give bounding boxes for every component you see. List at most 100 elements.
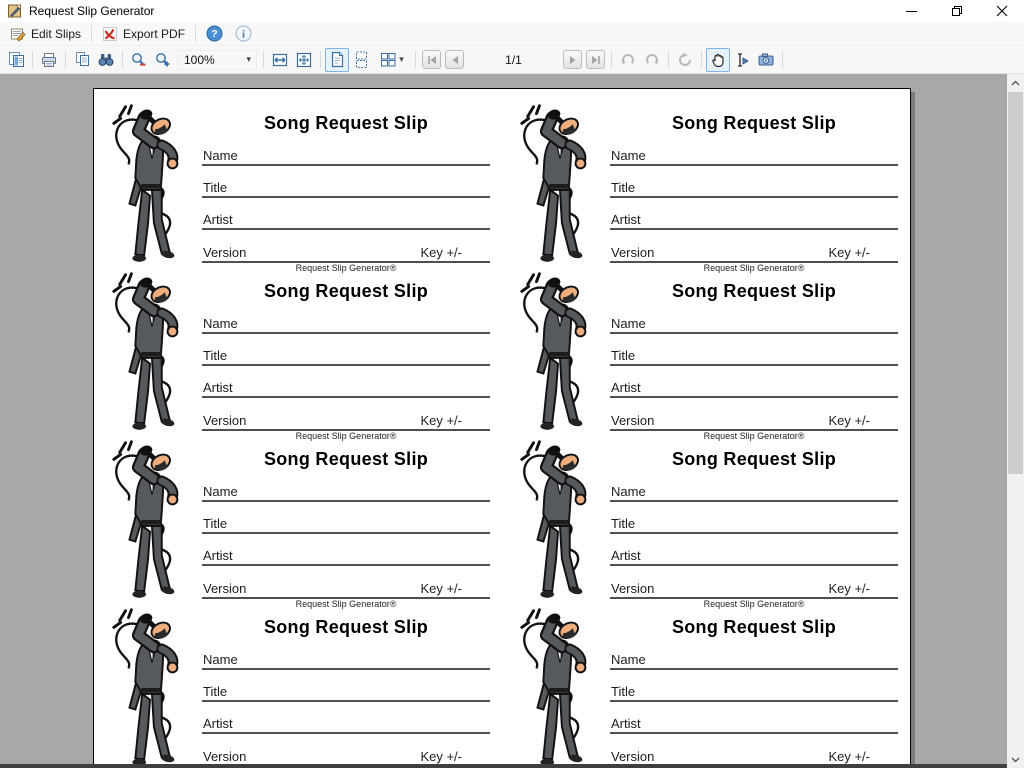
title-line [202,364,490,366]
singer-clipart [106,435,194,605]
zoom-in-icon [154,51,172,69]
artist-label: Artist [611,716,641,731]
artist-line [202,228,490,230]
title-bar: Request Slip Generator [0,0,1024,22]
scroll-down-button[interactable] [1007,751,1024,768]
slip-fields: Song Request Slip Name Title Artist Vers… [202,601,490,764]
help-icon: ? [206,25,223,42]
scroll-up-button[interactable] [1007,74,1024,91]
title-label: Title [203,684,227,699]
multiple-pages-button[interactable]: ▾ [373,48,411,72]
artist-label: Artist [203,716,233,731]
artist-line [610,564,898,566]
song-request-slip: Song Request Slip Name Title Artist Vers… [502,265,910,433]
window-bottom-edge [0,764,1007,768]
key-label: Key +/- [828,245,870,260]
first-page-button[interactable] [422,50,441,69]
artist-line [202,732,490,734]
slip-fields: Song Request Slip Name Title Artist Vers… [610,97,898,265]
app-icon [7,3,23,19]
name-label: Name [611,484,646,499]
title-label: Title [611,684,635,699]
print-icon [40,51,58,69]
info-icon: i [235,25,252,42]
version-label: Version [203,413,246,428]
fit-width-button[interactable] [268,48,292,72]
forward-icon [643,51,661,69]
name-label: Name [203,148,238,163]
artist-label: Artist [203,212,233,227]
export-pdf-button[interactable]: Export PDF [96,24,191,44]
next-page-button[interactable] [563,50,582,69]
artist-line [610,732,898,734]
name-label: Name [203,652,238,667]
edit-slips-button[interactable]: Edit Slips [4,24,87,44]
title-line [202,532,490,534]
page-indicator: 1/1 [466,53,561,67]
restore-button[interactable] [934,0,979,22]
document-preview-area[interactable]: Song Request Slip Name Title Artist Vers… [0,74,1007,764]
slip-title: Song Request Slip [610,281,898,302]
fit-page-button[interactable] [292,48,316,72]
zoom-in-button[interactable] [151,48,175,72]
single-page-view-button[interactable] [325,48,349,72]
title-line [610,196,898,198]
version-label: Version [611,413,654,428]
name-line [610,668,898,670]
scrollbar-thumb[interactable] [1008,92,1023,474]
slip-title: Song Request Slip [202,449,490,470]
refresh-button[interactable] [673,48,697,72]
name-label: Name [611,316,646,331]
slips-grid: Song Request Slip Name Title Artist Vers… [94,89,910,764]
title-label: Title [203,180,227,195]
slip-fields: Song Request Slip Name Title Artist Vers… [610,265,898,433]
fit-page-icon [295,51,313,69]
zoom-combobox[interactable]: 100% ▾ [177,50,257,70]
hand-tool-icon [709,51,727,69]
name-label: Name [611,148,646,163]
help-button[interactable]: ? [200,23,229,44]
title-label: Title [611,180,635,195]
continuous-view-button[interactable] [349,48,373,72]
title-line [202,700,490,702]
song-request-slip: Song Request Slip Name Title Artist Vers… [94,265,502,433]
zoom-out-button[interactable] [127,48,151,72]
slip-title: Song Request Slip [202,281,490,302]
minimize-button[interactable] [889,0,934,22]
slip-title: Song Request Slip [610,113,898,134]
about-button[interactable]: i [229,23,258,44]
forward-button[interactable] [640,48,664,72]
song-request-slip: Song Request Slip Name Title Artist Vers… [94,97,502,265]
back-button[interactable] [616,48,640,72]
fit-width-icon [271,51,289,69]
text-select-tool-button[interactable] [730,48,754,72]
last-page-icon [590,54,602,66]
song-request-slip: Song Request Slip Name Title Artist Vers… [502,601,910,764]
name-line [202,668,490,670]
svg-text:?: ? [211,28,217,40]
name-label: Name [203,484,238,499]
last-page-button[interactable] [586,50,605,69]
previous-page-button[interactable] [445,50,464,69]
slip-fields: Song Request Slip Name Title Artist Vers… [610,433,898,601]
chevron-down-icon [1011,757,1020,763]
key-label: Key +/- [420,581,462,596]
snapshot-button[interactable] [754,48,778,72]
minimize-icon [906,11,917,12]
name-line [202,500,490,502]
single-page-icon [329,51,346,68]
find-button[interactable] [94,48,118,72]
artist-label: Artist [611,212,641,227]
hand-tool-button[interactable] [706,48,730,72]
key-label: Key +/- [828,749,870,764]
version-label: Version [611,749,654,764]
key-label: Key +/- [420,413,462,428]
page-setup-button[interactable] [4,48,28,72]
vertical-scrollbar[interactable] [1007,74,1024,768]
song-request-slip: Song Request Slip Name Title Artist Vers… [502,97,910,265]
print-button[interactable] [37,48,61,72]
copy-button[interactable] [70,48,94,72]
close-button[interactable] [979,0,1024,22]
previous-page-icon [449,54,461,66]
slip-title: Song Request Slip [610,449,898,470]
